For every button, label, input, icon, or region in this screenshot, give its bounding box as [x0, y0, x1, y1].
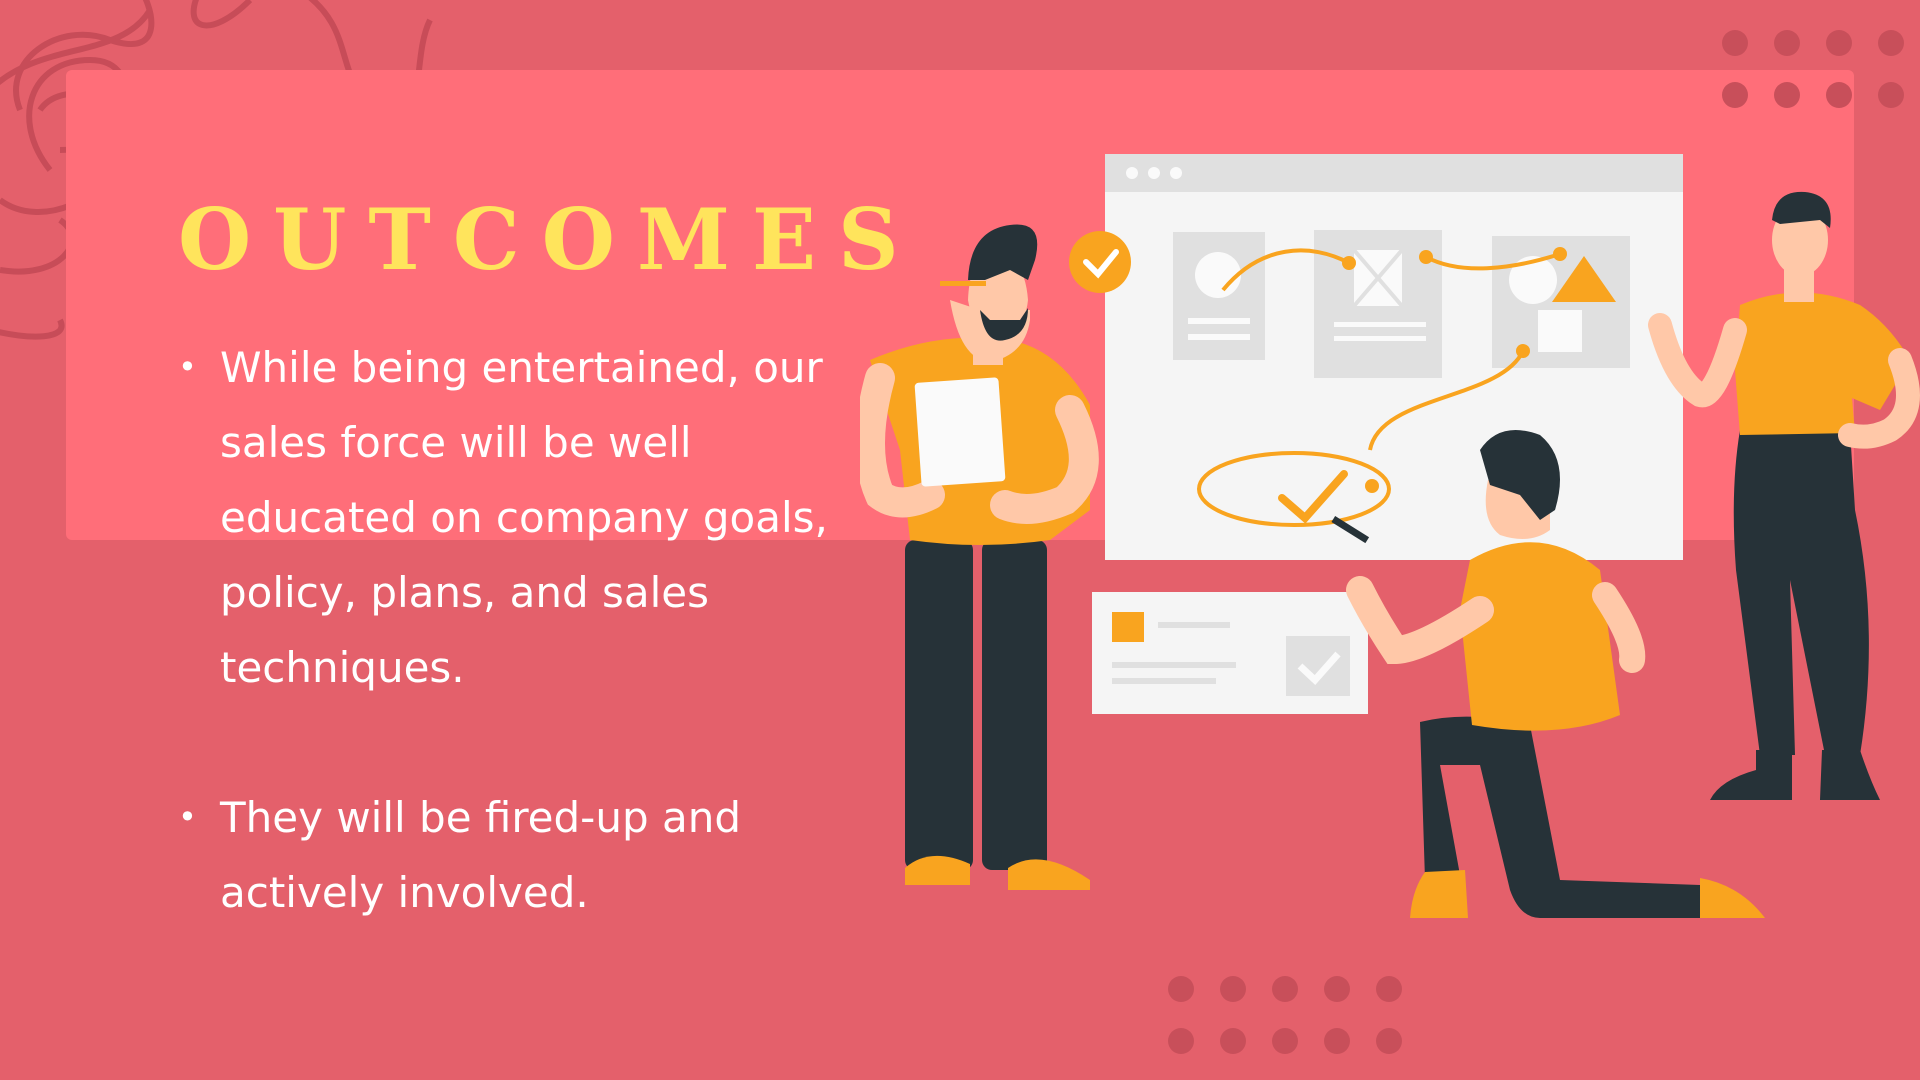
- task-card: [1092, 592, 1368, 714]
- bullet-list: While being entertained, our sales force…: [178, 330, 838, 1005]
- image-placeholder-icon: [1352, 248, 1404, 308]
- check-circle-icon: [1069, 231, 1131, 293]
- standing-man-with-tablet: [860, 224, 1099, 890]
- planning-board: [1105, 154, 1683, 560]
- bullet-item-2: They will be fired-up and actively invol…: [178, 780, 838, 930]
- standing-woman-pointing: [1648, 191, 1920, 800]
- dot-grid-bottom: [1168, 976, 1408, 1056]
- dot-grid-top-right: [1722, 30, 1912, 110]
- bullet-item-1: While being entertained, our sales force…: [178, 330, 838, 705]
- slide-title: OUTCOMES: [178, 190, 921, 289]
- team-planning-illustration: [860, 154, 1920, 918]
